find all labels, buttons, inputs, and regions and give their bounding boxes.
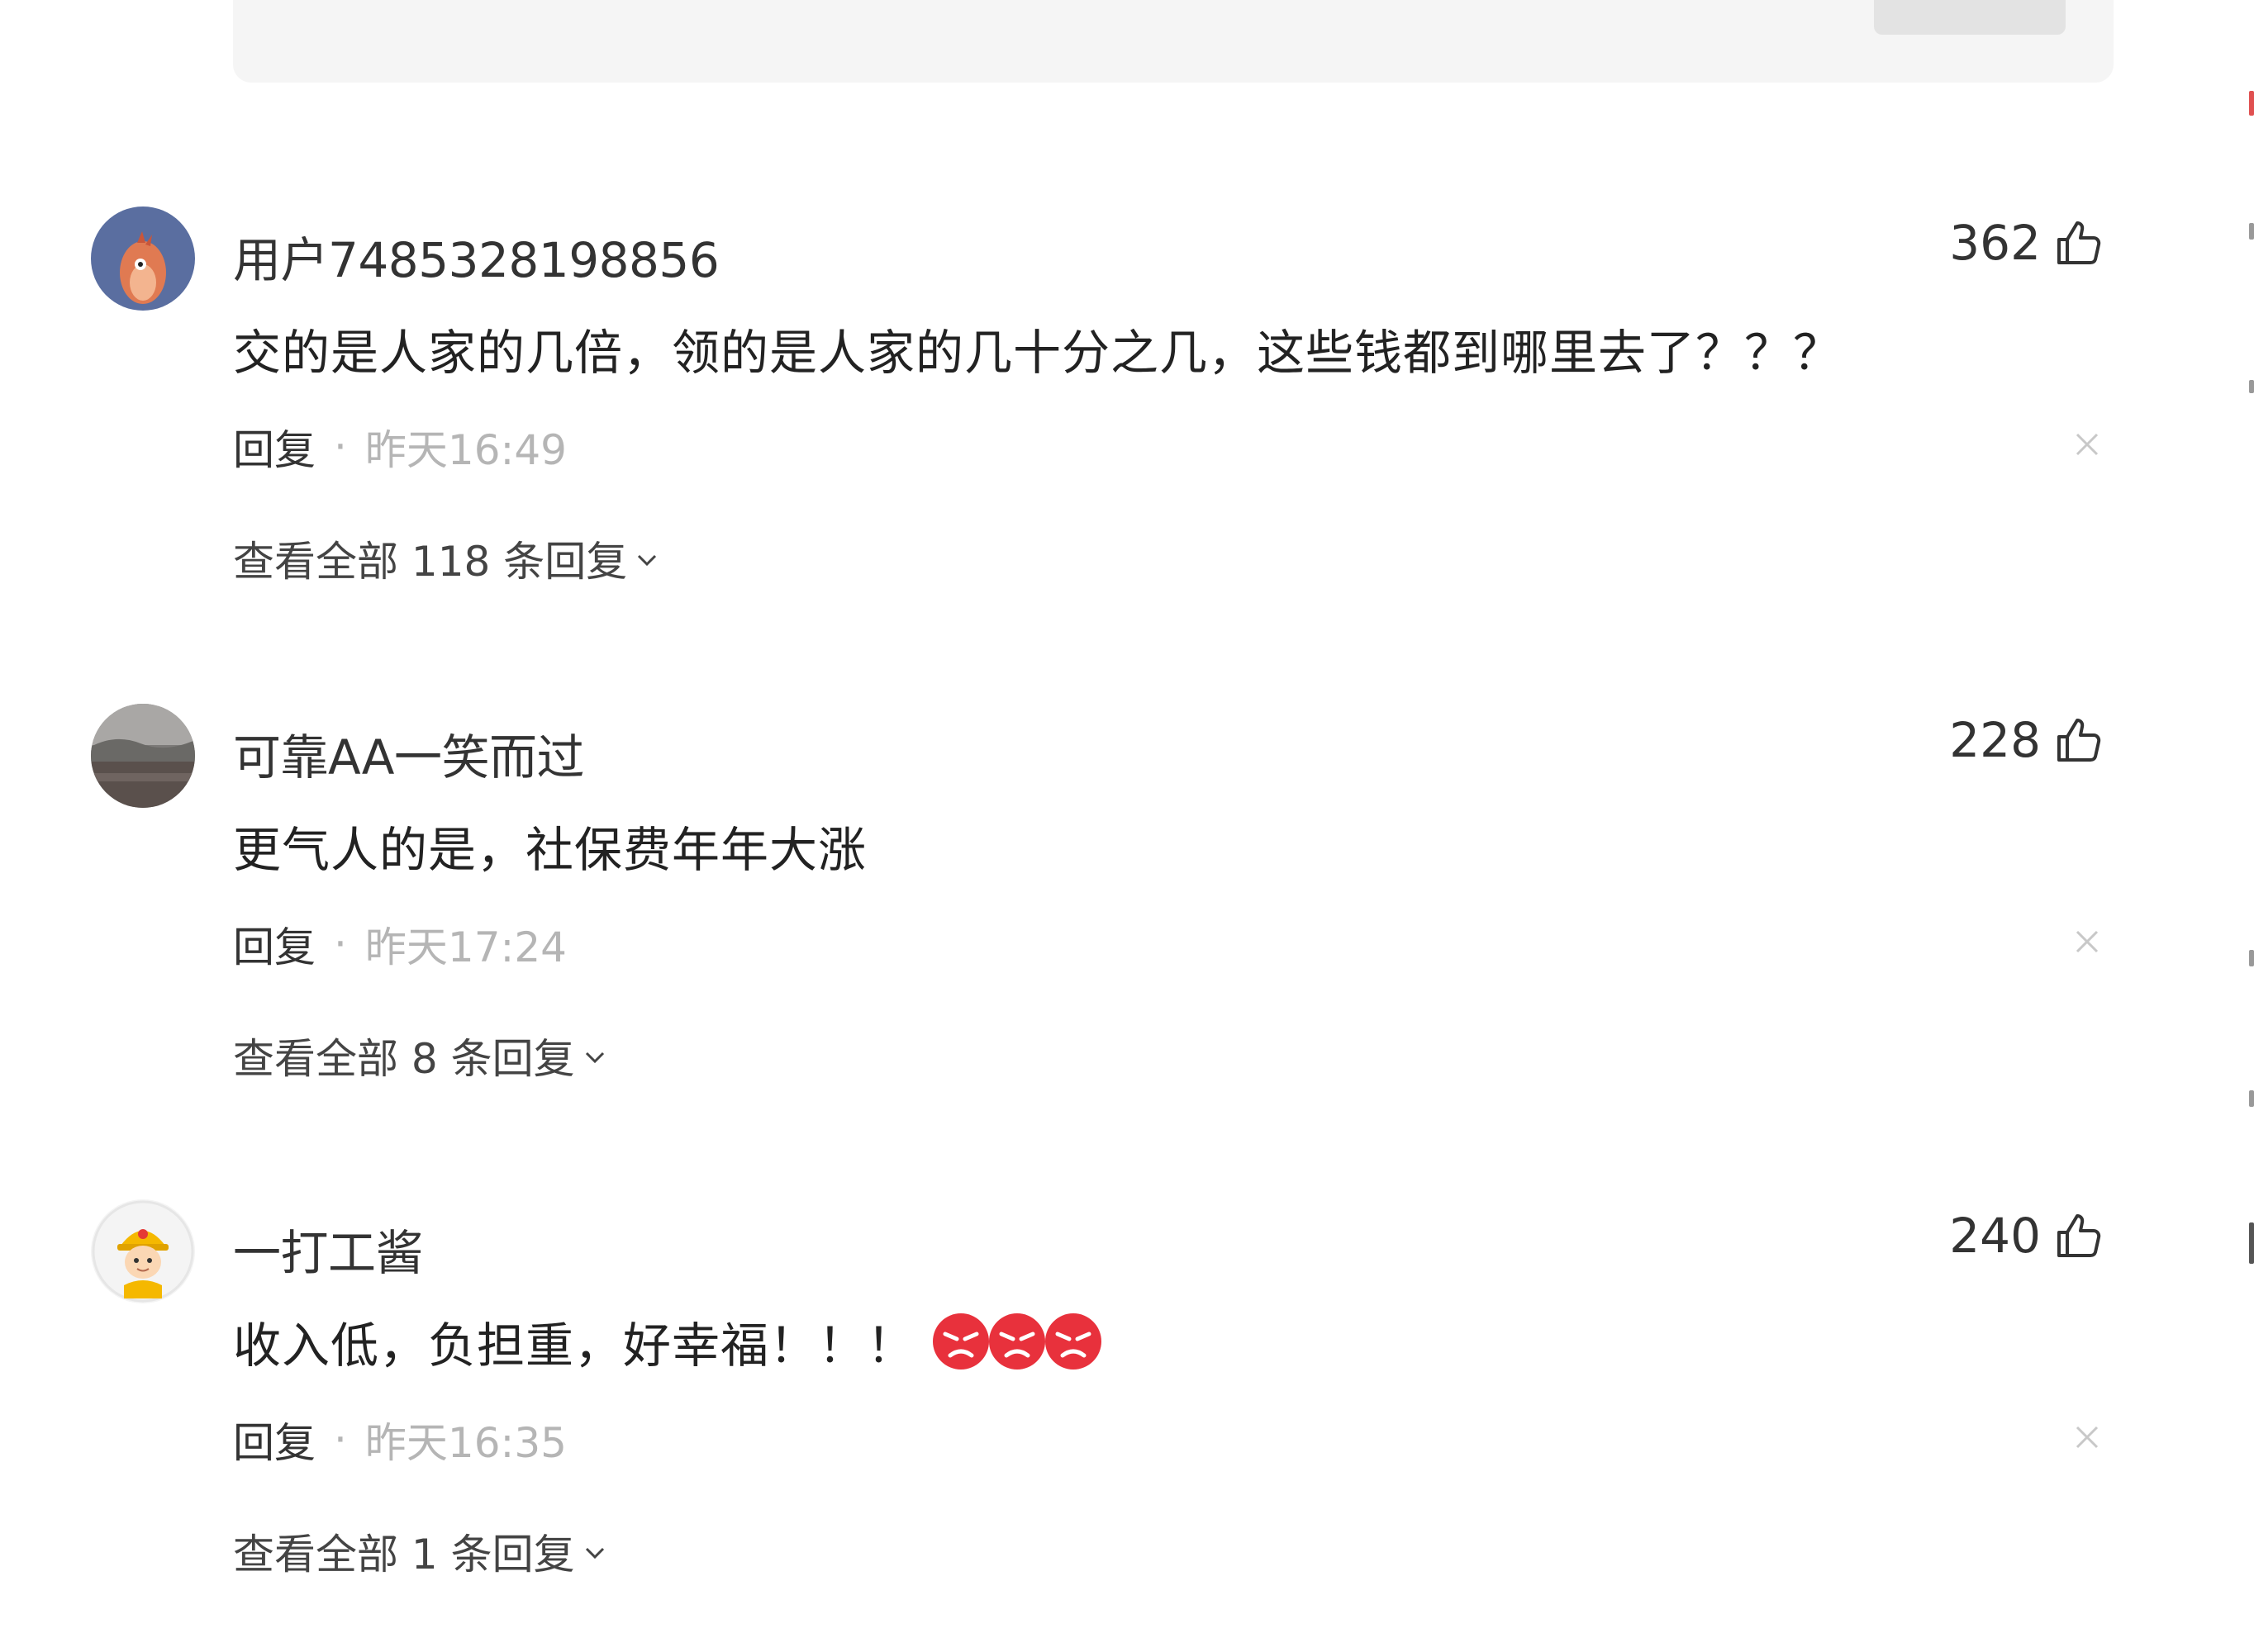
view-all-replies-link[interactable]: 查看全部 8 条回复 bbox=[233, 1026, 610, 1085]
close-icon[interactable] bbox=[2069, 923, 2105, 960]
comment-meta: 回复 · 昨天16:49 bbox=[233, 417, 567, 477]
timestamp: 昨天17:24 bbox=[364, 923, 567, 971]
comment-meta: 回复 · 昨天16:35 bbox=[233, 1410, 567, 1469]
comment-composer bbox=[233, 0, 2114, 83]
view-replies-label: 查看全部 8 条回复 bbox=[233, 1035, 575, 1083]
like-control[interactable]: 362 bbox=[1949, 215, 2105, 271]
view-replies-label: 查看全部 118 条回复 bbox=[233, 538, 628, 586]
view-replies-label: 查看全部 1 条回复 bbox=[233, 1531, 575, 1578]
avatar[interactable] bbox=[91, 1199, 195, 1303]
landscape-photo-avatar-icon bbox=[91, 704, 195, 808]
reply-button[interactable]: 回复 bbox=[233, 914, 316, 974]
chevron-down-icon bbox=[575, 1534, 610, 1569]
publish-button[interactable] bbox=[1874, 0, 2066, 35]
comment-section: 用户7485328198856 362 交的是人家的几倍，领的是人家的几十分之几… bbox=[0, 0, 2254, 1652]
comment-item: 可靠AA一笑而过 228 更气人的是，社保费年年大涨 回复 · 昨天17:24 … bbox=[0, 704, 2254, 1133]
timestamp: 昨天16:35 bbox=[364, 1419, 567, 1467]
reply-button[interactable]: 回复 bbox=[233, 1410, 316, 1469]
comment-item: 一打工酱 240 收入低，负担重，好幸福！！！ 回复 · 昨天16:35 查看全… bbox=[0, 1199, 2254, 1629]
chevron-down-icon bbox=[575, 1038, 610, 1073]
angry-emoji-icon bbox=[933, 1311, 991, 1372]
username[interactable]: 用户7485328198856 bbox=[233, 221, 720, 291]
view-all-replies-link[interactable]: 查看全部 118 条回复 bbox=[233, 529, 662, 588]
comment-body: 收入低，负担重，好幸福！！！ bbox=[233, 1317, 916, 1374]
angry-emoji-icon bbox=[989, 1311, 1048, 1372]
cartoon-bird-avatar-icon bbox=[91, 206, 195, 311]
edge-mark bbox=[2249, 1222, 2254, 1264]
like-control[interactable]: 240 bbox=[1949, 1208, 2105, 1264]
comment-text: 收入低，负担重，好幸福！！！ bbox=[233, 1307, 1104, 1376]
edge-mark bbox=[2249, 91, 2254, 116]
avatar[interactable] bbox=[91, 206, 195, 311]
meta-separator: · bbox=[334, 920, 347, 968]
meta-separator: · bbox=[334, 1416, 347, 1464]
meta-separator: · bbox=[334, 423, 347, 471]
comment-meta: 回复 · 昨天17:24 bbox=[233, 914, 567, 974]
username[interactable]: 可靠AA一笑而过 bbox=[233, 719, 584, 788]
edge-mark bbox=[2249, 380, 2254, 393]
close-icon[interactable] bbox=[2069, 426, 2105, 463]
timestamp: 昨天16:49 bbox=[364, 426, 567, 474]
username[interactable]: 一打工酱 bbox=[233, 1214, 424, 1284]
reply-button[interactable]: 回复 bbox=[233, 417, 316, 477]
like-count: 240 bbox=[1949, 1208, 2041, 1264]
comment-text: 交的是人家的几倍，领的是人家的几十分之几，这些钱都到哪里去了？？？ bbox=[233, 314, 1842, 383]
comment-body: 更气人的是，社保费年年大涨 bbox=[233, 822, 868, 878]
edge-mark bbox=[2249, 1090, 2254, 1107]
thumbs-up-icon[interactable] bbox=[2052, 1209, 2105, 1262]
close-icon[interactable] bbox=[2069, 1419, 2105, 1455]
edge-mark bbox=[2249, 950, 2254, 966]
angry-emoji-icon bbox=[1045, 1311, 1104, 1372]
comment-item: 用户7485328198856 362 交的是人家的几倍，领的是人家的几十分之几… bbox=[0, 206, 2254, 636]
worker-helmet-avatar-icon bbox=[91, 1199, 195, 1303]
like-count: 228 bbox=[1949, 712, 2041, 768]
comment-body: 交的是人家的几倍，领的是人家的几十分之几，这些钱都到哪里去了？？？ bbox=[233, 325, 1843, 381]
emoji-group bbox=[933, 1311, 1104, 1372]
thumbs-up-icon[interactable] bbox=[2052, 216, 2105, 269]
thumbs-up-icon[interactable] bbox=[2052, 714, 2105, 767]
view-all-replies-link[interactable]: 查看全部 1 条回复 bbox=[233, 1521, 610, 1581]
avatar[interactable] bbox=[91, 704, 195, 808]
edge-mark bbox=[2249, 223, 2254, 240]
chevron-down-icon bbox=[627, 541, 662, 576]
like-control[interactable]: 228 bbox=[1949, 712, 2105, 768]
like-count: 362 bbox=[1949, 215, 2041, 271]
comment-text: 更气人的是，社保费年年大涨 bbox=[233, 811, 867, 881]
